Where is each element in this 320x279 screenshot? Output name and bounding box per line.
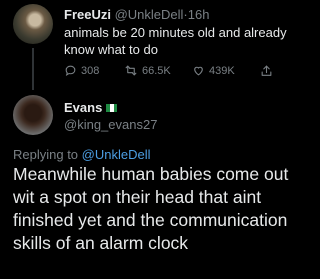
retweet-count: 66.5K xyxy=(142,64,171,77)
like-button[interactable]: 439K xyxy=(192,64,235,77)
share-button[interactable] xyxy=(260,64,273,78)
handle[interactable]: @UnkleDell xyxy=(115,7,184,22)
reply-button[interactable]: 308 xyxy=(64,64,99,77)
retweet-button[interactable]: 66.5K xyxy=(124,64,171,77)
reply-count: 308 xyxy=(81,64,100,77)
retweet-icon xyxy=(124,64,138,77)
handle[interactable]: @king_evans27 xyxy=(64,117,157,132)
reply-icon xyxy=(64,64,77,77)
timestamp[interactable]: 16h xyxy=(188,7,210,22)
display-name[interactable]: Evans xyxy=(64,100,102,115)
thread-connector-line xyxy=(32,48,34,90)
tweet-header: FreeUzi @UnkleDell·16h xyxy=(64,7,209,22)
share-icon xyxy=(260,64,273,78)
tweet-header: Evans xyxy=(64,100,118,115)
tweet-text: animals be 20 minutes old and already kn… xyxy=(64,25,287,57)
tweet-text: Meanwhile human babies come out wit a sp… xyxy=(13,164,289,253)
tweet-actions: 308 66.5K 439K xyxy=(64,64,284,78)
like-count: 439K xyxy=(209,64,235,77)
display-name[interactable]: FreeUzi xyxy=(64,7,111,22)
avatar[interactable] xyxy=(13,95,53,135)
avatar[interactable] xyxy=(13,4,53,44)
nigeria-flag-icon xyxy=(106,103,118,112)
heart-icon xyxy=(192,64,205,77)
replying-to-line: Replying to @UnkleDell xyxy=(13,147,151,162)
replying-to-link[interactable]: @UnkleDell xyxy=(82,147,151,162)
replying-prefix: Replying to xyxy=(13,147,79,162)
